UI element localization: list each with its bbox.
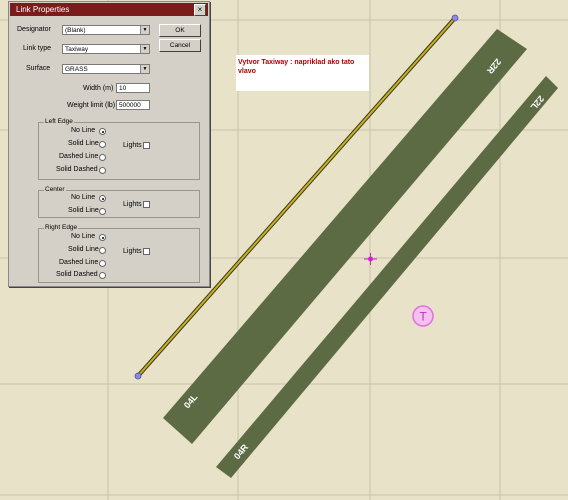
left-edge-lights-label: Lights bbox=[123, 142, 142, 149]
dialog-titlebar[interactable]: Link Properties × bbox=[10, 3, 208, 16]
left-edge-option-label: Solid Line bbox=[68, 140, 99, 147]
left-edge-option-label: Solid Dashed bbox=[56, 166, 98, 173]
right-edge-option-label: No Line bbox=[71, 233, 96, 240]
left-edge-no-line-radio[interactable] bbox=[99, 128, 106, 135]
ok-button[interactable]: OK bbox=[159, 24, 201, 37]
center-option-label: No Line bbox=[71, 194, 96, 201]
left-edge-group: Left Edge No Line Solid Line Dashed Line… bbox=[38, 118, 200, 180]
right-edge-lights-label: Lights bbox=[123, 248, 142, 255]
designator-select[interactable]: (Blank) ▼ bbox=[62, 25, 150, 35]
center-lights-label: Lights bbox=[123, 201, 142, 208]
designator-value: (Blank) bbox=[65, 27, 86, 34]
right-edge-option-label: Dashed Line bbox=[59, 259, 99, 266]
right-edge-lights-checkbox[interactable] bbox=[143, 248, 150, 255]
dialog-title: Link Properties bbox=[16, 5, 70, 14]
left-edge-lights-checkbox[interactable] bbox=[143, 142, 150, 149]
width-input[interactable]: 10 bbox=[116, 83, 150, 93]
cancel-button[interactable]: Cancel bbox=[159, 39, 201, 52]
right-edge-solid-radio[interactable] bbox=[99, 247, 106, 254]
right-edge-solid-dashed-radio[interactable] bbox=[99, 272, 106, 279]
surface-label: Surface bbox=[26, 65, 51, 72]
link-node-start[interactable] bbox=[134, 372, 142, 380]
width-value: 10 bbox=[119, 85, 127, 92]
tower-icon[interactable]: T bbox=[412, 305, 434, 327]
center-lights-checkbox[interactable] bbox=[143, 201, 150, 208]
surface-select[interactable]: GRASS ▼ bbox=[62, 64, 150, 74]
left-edge-solid-radio[interactable] bbox=[99, 141, 106, 148]
runway-04l-22r[interactable] bbox=[163, 29, 527, 444]
right-edge-option-label: Solid Dashed bbox=[56, 271, 98, 278]
chevron-down-icon[interactable]: ▼ bbox=[140, 65, 149, 73]
width-label: Width (m) bbox=[83, 85, 114, 92]
right-edge-group: Right Edge No Line Solid Line Dashed Lin… bbox=[38, 224, 200, 283]
runway-04r-22l[interactable] bbox=[216, 76, 558, 478]
left-edge-option-label: No Line bbox=[71, 127, 96, 134]
link-type-label: Link type bbox=[23, 45, 52, 52]
chevron-down-icon[interactable]: ▼ bbox=[140, 26, 149, 34]
right-edge-no-line-radio[interactable] bbox=[99, 234, 106, 241]
right-edge-title: Right Edge bbox=[44, 224, 79, 231]
left-edge-solid-dashed-radio[interactable] bbox=[99, 167, 106, 174]
right-edge-dashed-radio[interactable] bbox=[99, 260, 106, 267]
weight-value: 500000 bbox=[119, 102, 141, 109]
designator-label: Designator bbox=[17, 26, 51, 33]
weight-input[interactable]: 500000 bbox=[116, 100, 150, 110]
center-group: Center No Line Solid Line Lights bbox=[38, 186, 200, 218]
center-solid-radio[interactable] bbox=[99, 208, 106, 215]
link-type-select[interactable]: Taxiway ▼ bbox=[62, 44, 150, 54]
center-title: Center bbox=[44, 186, 66, 193]
right-edge-option-label: Solid Line bbox=[68, 246, 99, 253]
left-edge-option-label: Dashed Line bbox=[59, 153, 99, 160]
close-icon[interactable]: × bbox=[194, 4, 206, 16]
link-node-end[interactable] bbox=[451, 14, 459, 22]
chevron-down-icon[interactable]: ▼ bbox=[140, 45, 149, 53]
link-properties-dialog: Link Properties × Designator (Blank) ▼ L… bbox=[8, 1, 210, 287]
annotation-note: Vytvor Taxiway : napriklad ako tato vlav… bbox=[236, 55, 369, 91]
center-marker-icon[interactable] bbox=[364, 253, 377, 265]
tower-symbol: T bbox=[419, 310, 427, 324]
weight-label: Weight limit (lb) bbox=[67, 102, 116, 109]
center-option-label: Solid Line bbox=[68, 207, 99, 214]
left-edge-title: Left Edge bbox=[44, 118, 74, 125]
link-type-value: Taxiway bbox=[65, 46, 89, 53]
surface-value: GRASS bbox=[65, 66, 88, 73]
center-no-line-radio[interactable] bbox=[99, 195, 106, 202]
left-edge-dashed-radio[interactable] bbox=[99, 154, 106, 161]
annotation-text: Vytvor Taxiway : napriklad ako tato vlav… bbox=[238, 59, 355, 75]
